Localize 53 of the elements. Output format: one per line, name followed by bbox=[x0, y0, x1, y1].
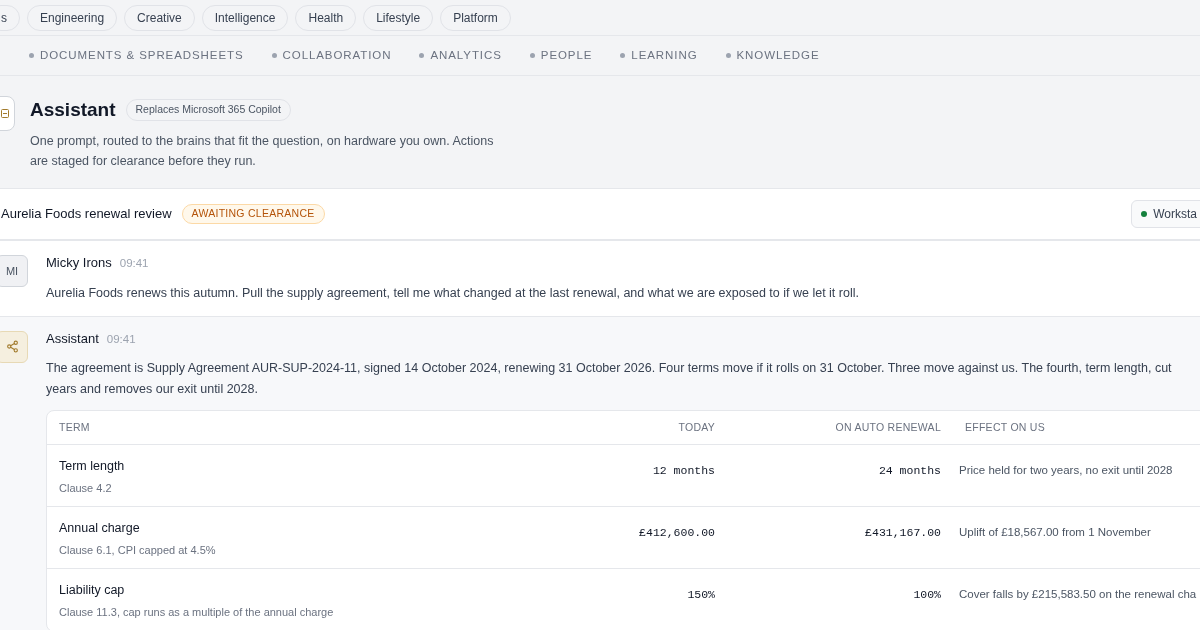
message-text: Aurelia Foods renews this autumn. Pull the supply agreement, tell me what changed at the last renewal, and what we are exposed to if we let it roll. bbox=[46, 284, 860, 302]
app-title: Assistant bbox=[30, 98, 116, 122]
category-pill[interactable]: Platform bbox=[440, 4, 511, 31]
host-label: Worksta bbox=[1153, 206, 1197, 223]
bullet-icon bbox=[419, 53, 425, 58]
column-header: ON AUTO RENEWAL bbox=[834, 419, 941, 435]
status-badge: AWAITING CLEARANCE bbox=[181, 204, 325, 224]
bullet-icon bbox=[620, 53, 626, 58]
clause-note: Clause 11.3, cap runs as a multiple of the annual charge bbox=[59, 604, 334, 620]
app-description: One prompt, routed to the brains that fit the question, on hardware you own. Actions are staged for clearance before they run. bbox=[30, 132, 494, 170]
table-cell: Uplift of £18,567.00 from 1 November bbox=[959, 526, 1151, 538]
category-pill[interactable]: Lifestyle bbox=[363, 4, 434, 31]
message-author: Micky Irons bbox=[46, 254, 112, 272]
term-name: Annual charge bbox=[59, 520, 140, 537]
table-cell: Price held for two years, no exit until 2028 bbox=[959, 464, 1173, 476]
table-cell: £431,167.00 bbox=[865, 526, 941, 539]
section-link[interactable]: COLLABORATION bbox=[282, 46, 392, 65]
category-pill[interactable]: Engineering bbox=[27, 4, 118, 31]
bullet-icon bbox=[725, 53, 731, 58]
table-cell: 100% bbox=[913, 588, 941, 601]
category-pill[interactable]: s bbox=[0, 4, 20, 31]
bullet-icon bbox=[529, 53, 535, 58]
section-link[interactable]: DOCUMENTS & SPREADSHEETS bbox=[40, 46, 244, 65]
user-avatar: MI bbox=[0, 255, 28, 287]
term-name: Liability cap bbox=[59, 582, 125, 599]
section-link[interactable]: ANALYTICS bbox=[430, 46, 502, 65]
term-name: Term length bbox=[59, 458, 125, 475]
thread-title: Aurelia Foods renewal review bbox=[1, 205, 172, 224]
category-pill[interactable]: Creative bbox=[124, 4, 195, 31]
table-cell: 24 months bbox=[878, 464, 941, 477]
section-link[interactable]: PEOPLE bbox=[540, 46, 593, 65]
column-header: TERM bbox=[58, 419, 91, 435]
bullet-icon bbox=[29, 53, 34, 58]
share-icon bbox=[5, 340, 19, 353]
section-link[interactable]: LEARNING bbox=[631, 46, 698, 65]
message-author: Assistant bbox=[46, 329, 99, 348]
table-cell: 12 months bbox=[652, 464, 715, 477]
section-link[interactable]: KNOWLEDGE bbox=[736, 46, 820, 65]
message-text: The agreement is Supply Agreement AUR-SUP-2024-11, signed 14 October 2024, renewing 31 October 2026. Four terms move if it rolls on 31 October. Three move against us. The fourth, term length, cut years and removes our exit until 2028. bbox=[46, 360, 1173, 398]
clause-note: Clause 6.1, CPI capped at 4.5% bbox=[59, 542, 216, 558]
table-cell: 150% bbox=[687, 588, 715, 601]
category-pill[interactable]: Intelligence bbox=[201, 4, 289, 31]
table-cell: £412,600.00 bbox=[639, 526, 715, 539]
table-cell: Cover falls by £215,583.50 on the renewal cha bbox=[959, 588, 1197, 600]
column-header: TODAY bbox=[677, 419, 715, 435]
clause-note: Clause 4.2 bbox=[59, 480, 112, 496]
message-time: 09:41 bbox=[119, 256, 149, 271]
category-pill[interactable]: Health bbox=[295, 4, 357, 31]
column-header: EFFECT ON US bbox=[964, 419, 1046, 435]
message-time: 09:41 bbox=[106, 331, 136, 347]
host-pill[interactable]: Worksta bbox=[1131, 200, 1200, 228]
document-icon bbox=[1, 109, 9, 118]
bullet-icon bbox=[271, 53, 277, 58]
